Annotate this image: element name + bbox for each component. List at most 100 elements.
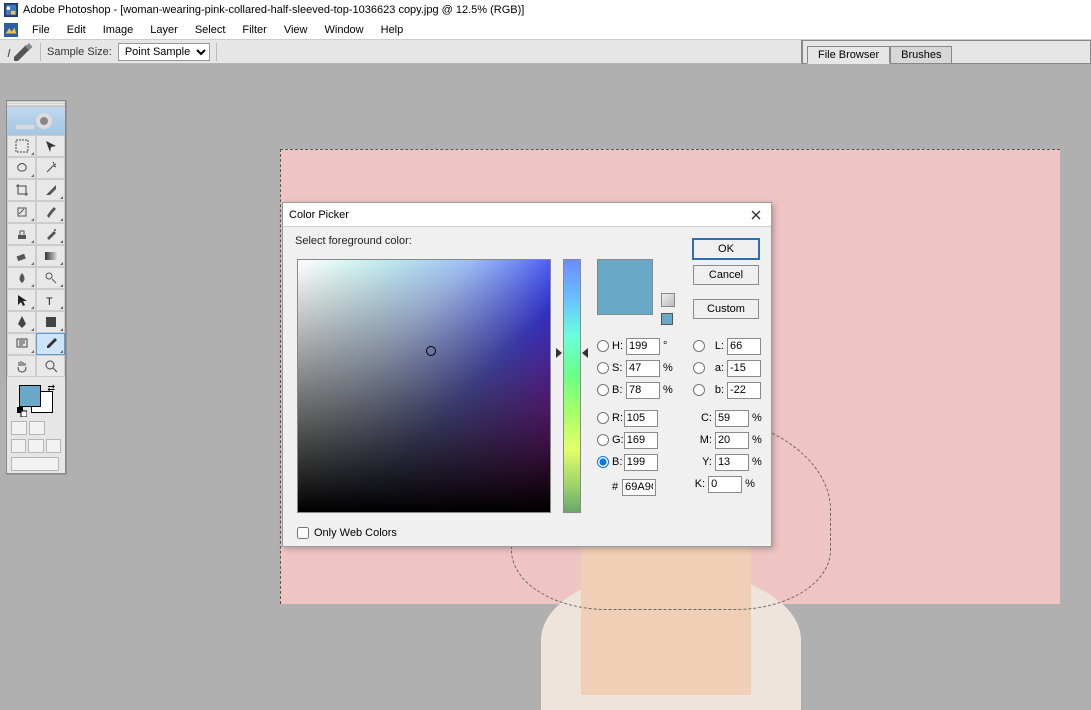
menu-filter[interactable]: Filter: [235, 22, 273, 38]
label-r: R:: [612, 412, 624, 424]
dialog-titlebar[interactable]: Color Picker: [283, 203, 771, 227]
label-c: C:: [699, 412, 712, 424]
eraser-tool[interactable]: [7, 245, 36, 267]
radio-r[interactable]: [597, 412, 609, 424]
default-colors-icon[interactable]: [17, 407, 27, 417]
lasso-tool[interactable]: [7, 157, 36, 179]
label-s: S:: [612, 362, 626, 374]
suffix-pct: %: [752, 434, 762, 446]
toolbox[interactable]: T ⇄: [6, 100, 66, 474]
notes-tool[interactable]: [7, 333, 36, 355]
gradient-tool[interactable]: [36, 245, 65, 267]
screen-mode-full-menus[interactable]: [28, 439, 43, 453]
label-b: B:: [612, 384, 626, 396]
type-tool[interactable]: T: [36, 289, 65, 311]
input-y[interactable]: [715, 454, 749, 471]
slice-tool[interactable]: [36, 179, 65, 201]
menu-select[interactable]: Select: [188, 22, 233, 38]
magic-wand-tool[interactable]: [36, 157, 65, 179]
menu-file[interactable]: File: [25, 22, 57, 38]
toolbox-header-image: [7, 107, 65, 135]
eyedropper-icon[interactable]: [6, 43, 34, 61]
window-title: Adobe Photoshop - [woman-wearing-pink-co…: [23, 4, 524, 16]
menu-image[interactable]: Image: [96, 22, 141, 38]
input-s[interactable]: [626, 360, 660, 377]
input-g[interactable]: [624, 432, 658, 449]
eyedropper-tool[interactable]: [36, 333, 65, 355]
custom-button[interactable]: Custom: [693, 299, 759, 319]
history-brush-tool[interactable]: [36, 223, 65, 245]
label-blue: B:: [612, 456, 624, 468]
only-web-colors-label: Only Web Colors: [314, 527, 397, 539]
screen-mode-standard[interactable]: [11, 439, 26, 453]
color-picker-dialog: Color Picker Select foreground color: OK…: [282, 202, 772, 547]
screen-mode-full[interactable]: [46, 439, 61, 453]
foreground-color-swatch[interactable]: [19, 385, 41, 407]
dodge-tool[interactable]: [36, 267, 65, 289]
move-tool[interactable]: [36, 135, 65, 157]
quickmask-mode-button[interactable]: [29, 421, 45, 435]
label-h: H:: [612, 340, 626, 352]
input-a[interactable]: [727, 360, 761, 377]
input-h[interactable]: [626, 338, 660, 355]
input-hex[interactable]: [622, 479, 656, 496]
input-m[interactable]: [715, 432, 749, 449]
saturation-value-field[interactable]: [297, 259, 551, 513]
gamut-cube-icon[interactable]: [661, 293, 675, 307]
input-l[interactable]: [727, 338, 761, 355]
jump-to-imageready[interactable]: [11, 457, 59, 471]
radio-l[interactable]: [693, 340, 705, 352]
healing-brush-tool[interactable]: [7, 201, 36, 223]
radio-h[interactable]: [597, 340, 609, 352]
blur-tool[interactable]: [7, 267, 36, 289]
ok-button[interactable]: OK: [693, 239, 759, 259]
hand-tool[interactable]: [7, 355, 36, 377]
radio-s[interactable]: [597, 362, 609, 374]
suffix-pct: %: [752, 412, 762, 424]
pen-tool[interactable]: [7, 311, 36, 333]
workspace: T ⇄: [0, 64, 1091, 541]
radio-lab-b[interactable]: [693, 384, 705, 396]
zoom-tool[interactable]: [36, 355, 65, 377]
menu-edit[interactable]: Edit: [60, 22, 93, 38]
crop-tool[interactable]: [7, 179, 36, 201]
standard-mode-button[interactable]: [11, 421, 27, 435]
separator: [40, 43, 41, 61]
swap-colors-icon[interactable]: ⇄: [47, 383, 55, 394]
input-blue[interactable]: [624, 454, 658, 471]
tab-brushes[interactable]: Brushes: [890, 46, 952, 64]
menu-layer[interactable]: Layer: [143, 22, 185, 38]
marquee-tool[interactable]: [7, 135, 36, 157]
clone-stamp-tool[interactable]: [7, 223, 36, 245]
new-current-swatch[interactable]: [597, 259, 653, 315]
input-r[interactable]: [624, 410, 658, 427]
websafe-swatch[interactable]: [661, 313, 673, 325]
sv-marker[interactable]: [426, 346, 436, 356]
cancel-button[interactable]: Cancel: [693, 265, 759, 285]
color-wells: ⇄: [7, 377, 65, 419]
suffix-pct: %: [663, 362, 675, 374]
input-c[interactable]: [715, 410, 749, 427]
path-select-tool[interactable]: [7, 289, 36, 311]
input-bness[interactable]: [626, 382, 660, 399]
hue-slider[interactable]: [563, 259, 581, 513]
menu-view[interactable]: View: [277, 22, 315, 38]
radio-g[interactable]: [597, 434, 609, 446]
tab-file-browser[interactable]: File Browser: [807, 46, 890, 64]
only-web-colors-checkbox[interactable]: [297, 527, 309, 539]
shape-tool[interactable]: [36, 311, 65, 333]
sample-size-select[interactable]: Point Sample: [118, 43, 210, 61]
radio-a[interactable]: [693, 362, 705, 374]
input-k[interactable]: [708, 476, 742, 493]
suffix-pct: %: [745, 478, 757, 490]
color-fields: H: ° L: S: % a:: [597, 335, 762, 495]
label-k: K:: [689, 478, 705, 490]
radio-b[interactable]: [597, 384, 609, 396]
menu-window[interactable]: Window: [318, 22, 371, 38]
menu-help[interactable]: Help: [374, 22, 411, 38]
brush-tool[interactable]: [36, 201, 65, 223]
close-icon[interactable]: [747, 206, 765, 224]
input-lab-b[interactable]: [727, 382, 761, 399]
only-web-colors[interactable]: Only Web Colors: [297, 527, 397, 539]
radio-blue[interactable]: [597, 456, 609, 468]
